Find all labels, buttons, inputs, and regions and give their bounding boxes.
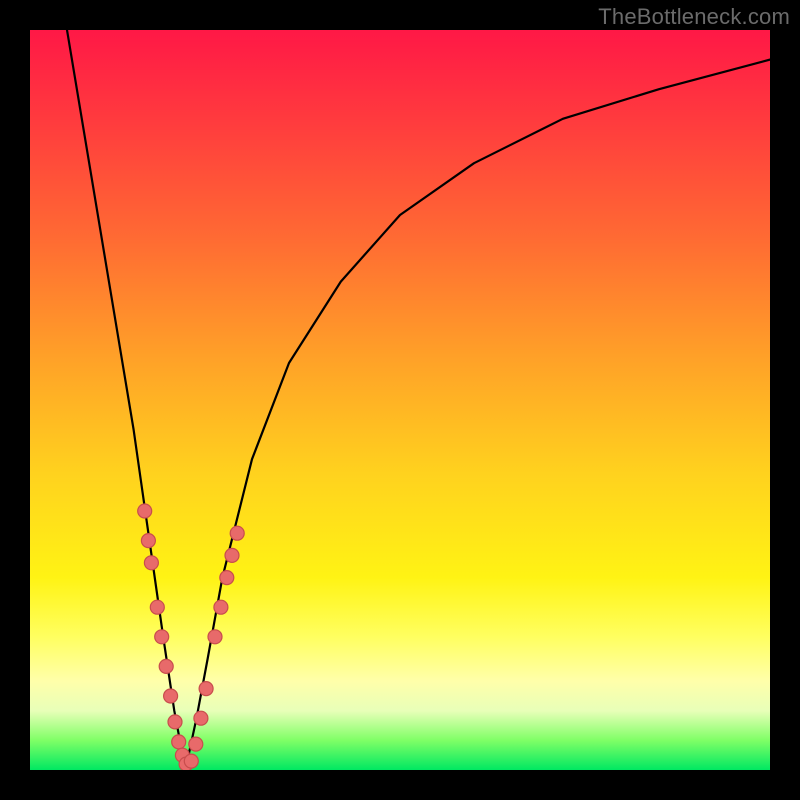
sample-dot bbox=[225, 548, 239, 562]
sample-dot bbox=[184, 754, 198, 768]
curve-svg bbox=[30, 30, 770, 770]
sample-dot bbox=[194, 711, 208, 725]
sample-dot bbox=[144, 556, 158, 570]
chart-frame: TheBottleneck.com bbox=[0, 0, 800, 800]
sample-dot bbox=[150, 600, 164, 614]
sample-dot bbox=[230, 526, 244, 540]
dots-group bbox=[138, 504, 245, 770]
sample-dot bbox=[168, 715, 182, 729]
sample-dot bbox=[220, 571, 234, 585]
sample-dot bbox=[138, 504, 152, 518]
sample-dot bbox=[208, 630, 222, 644]
sample-dot bbox=[179, 757, 193, 770]
sample-dot bbox=[172, 735, 186, 749]
sample-dot bbox=[141, 534, 155, 548]
sample-dot bbox=[214, 600, 228, 614]
sample-dot bbox=[199, 682, 213, 696]
sample-dot bbox=[189, 737, 203, 751]
plot-area bbox=[30, 30, 770, 770]
sample-dot bbox=[175, 748, 189, 762]
sample-dot bbox=[164, 689, 178, 703]
sample-dot bbox=[155, 630, 169, 644]
watermark-text: TheBottleneck.com bbox=[598, 4, 790, 30]
sample-dot bbox=[159, 659, 173, 673]
bottleneck-curve bbox=[67, 30, 770, 770]
